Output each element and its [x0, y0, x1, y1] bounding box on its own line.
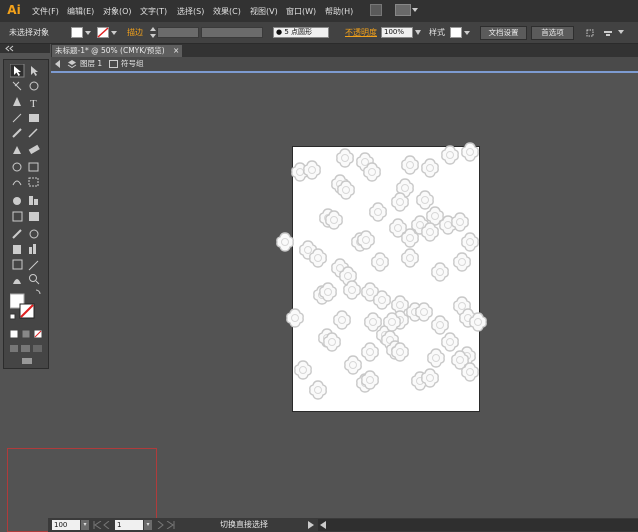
flower-symbol[interactable]	[309, 380, 327, 400]
stroke-weight-stepper[interactable]	[150, 27, 156, 38]
selection-status: 未选择对象	[9, 28, 49, 37]
flower-symbol[interactable]	[371, 252, 389, 272]
stroke-label[interactable]: 描边	[127, 28, 143, 38]
control-bar: 未选择对象 描边 ● 5 点圆形 不透明度 100% 样式 文档设置 首选项	[0, 22, 638, 44]
fill-swatch[interactable]	[71, 27, 83, 38]
layers-icon	[67, 60, 77, 69]
breadcrumb-layer[interactable]: 图层 1	[80, 59, 102, 69]
flower-symbol[interactable]	[401, 155, 419, 175]
flower-symbol[interactable]	[276, 232, 294, 252]
brush-definition[interactable]: ● 5 点圆形	[273, 27, 329, 38]
toolbox: T	[3, 59, 49, 369]
scroll-left-icon[interactable]	[320, 521, 326, 529]
status-text: 切换直接选择	[220, 520, 268, 529]
flower-symbol[interactable]	[401, 248, 419, 268]
menu-edit[interactable]: 编辑(E)	[67, 6, 94, 18]
status-arrow-icon[interactable]	[308, 521, 314, 529]
back-arrow-icon[interactable]	[54, 60, 62, 68]
collapse-icon[interactable]	[4, 45, 14, 52]
preferences-button[interactable]: 首选项	[531, 26, 574, 40]
flower-symbol[interactable]	[369, 202, 387, 222]
brush-value: 5 点圆形	[284, 28, 313, 36]
group-icon	[109, 60, 118, 68]
artboard-dropdown-icon[interactable]: ▾	[144, 520, 152, 530]
next-last-artboard-icon[interactable]	[156, 521, 176, 529]
flower-symbol[interactable]	[461, 232, 479, 252]
flower-symbol[interactable]	[416, 190, 434, 210]
document-setup-button[interactable]: 文档设置	[480, 26, 527, 40]
opacity-arrow-icon[interactable]	[414, 28, 422, 38]
symbol-flowers	[276, 142, 487, 400]
fill-dropdown-icon[interactable]	[85, 31, 91, 35]
horizontal-scrollbar[interactable]	[318, 519, 638, 531]
menu-object[interactable]: 对象(O)	[103, 6, 132, 18]
opacity-label[interactable]: 不透明度	[345, 28, 377, 38]
menu-type[interactable]: 文字(T)	[140, 6, 167, 18]
artboard-number-field[interactable]: 1	[115, 520, 143, 530]
close-tab-icon[interactable]: ×	[173, 45, 179, 57]
isolation-breadcrumb: 图层 1 符号组	[51, 57, 638, 73]
variable-width-profile[interactable]	[201, 27, 263, 38]
flower-symbol[interactable]	[421, 158, 439, 178]
menu-effect[interactable]: 效果(C)	[213, 6, 241, 18]
toolbox-header[interactable]	[0, 44, 50, 53]
isolate-icon[interactable]	[585, 28, 595, 38]
menu-window[interactable]: 窗口(W)	[286, 6, 316, 18]
flower-symbol[interactable]	[364, 312, 382, 332]
svg-text:T: T	[30, 98, 37, 110]
style-label: 样式	[429, 28, 445, 37]
stroke-dropdown-icon[interactable]	[111, 31, 117, 35]
stroke-weight-field[interactable]	[157, 27, 199, 38]
tool-icons: T	[10, 64, 43, 364]
flower-symbol[interactable]	[333, 310, 351, 330]
opacity-field[interactable]: 100%	[381, 27, 413, 38]
flower-symbol[interactable]	[344, 355, 362, 375]
first-prev-artboard-icon[interactable]	[93, 521, 113, 529]
zoom-dropdown-icon[interactable]: ▾	[81, 520, 89, 530]
document-tab[interactable]: 未标题-1* @ 50% (CMYK/预览) ×	[52, 45, 182, 57]
flower-symbol[interactable]	[431, 262, 449, 282]
menu-help[interactable]: 帮助(H)	[325, 6, 353, 18]
zoom-field[interactable]: 100	[52, 520, 80, 530]
flower-symbol[interactable]	[361, 342, 379, 362]
stroke-swatch[interactable]	[97, 27, 109, 38]
menu-file[interactable]: 文件(F)	[32, 6, 59, 18]
chevron-down-icon[interactable]	[412, 8, 418, 12]
breadcrumb-group[interactable]: 符号组	[121, 59, 144, 69]
flower-symbol-group	[276, 142, 487, 400]
flower-symbol[interactable]	[294, 360, 312, 380]
flower-symbol[interactable]	[461, 142, 479, 162]
menu-select[interactable]: 选择(S)	[177, 6, 204, 18]
document-tab-title: 未标题-1* @ 50% (CMYK/预览)	[55, 46, 165, 55]
app-logo: Ai	[7, 3, 21, 17]
panel-menu-icon[interactable]	[618, 30, 624, 34]
flower-symbol[interactable]	[441, 332, 459, 352]
menu-view[interactable]: 视图(V)	[250, 6, 278, 18]
flower-symbol[interactable]	[336, 148, 354, 168]
arrange-documents-icon[interactable]	[395, 4, 411, 16]
flower-symbol[interactable]	[441, 145, 459, 165]
flower-symbol[interactable]	[431, 315, 449, 335]
style-dropdown-icon[interactable]	[464, 31, 470, 35]
flower-symbol[interactable]	[286, 308, 304, 328]
flower-symbol[interactable]	[427, 348, 445, 368]
align-icon[interactable]	[603, 28, 613, 38]
flower-symbol[interactable]	[453, 252, 471, 272]
menu-bar: Ai 文件(F) 编辑(E) 对象(O) 文字(T) 选择(S) 效果(C) 视…	[0, 0, 638, 22]
bridge-icon[interactable]	[370, 4, 382, 16]
style-swatch[interactable]	[450, 27, 462, 38]
